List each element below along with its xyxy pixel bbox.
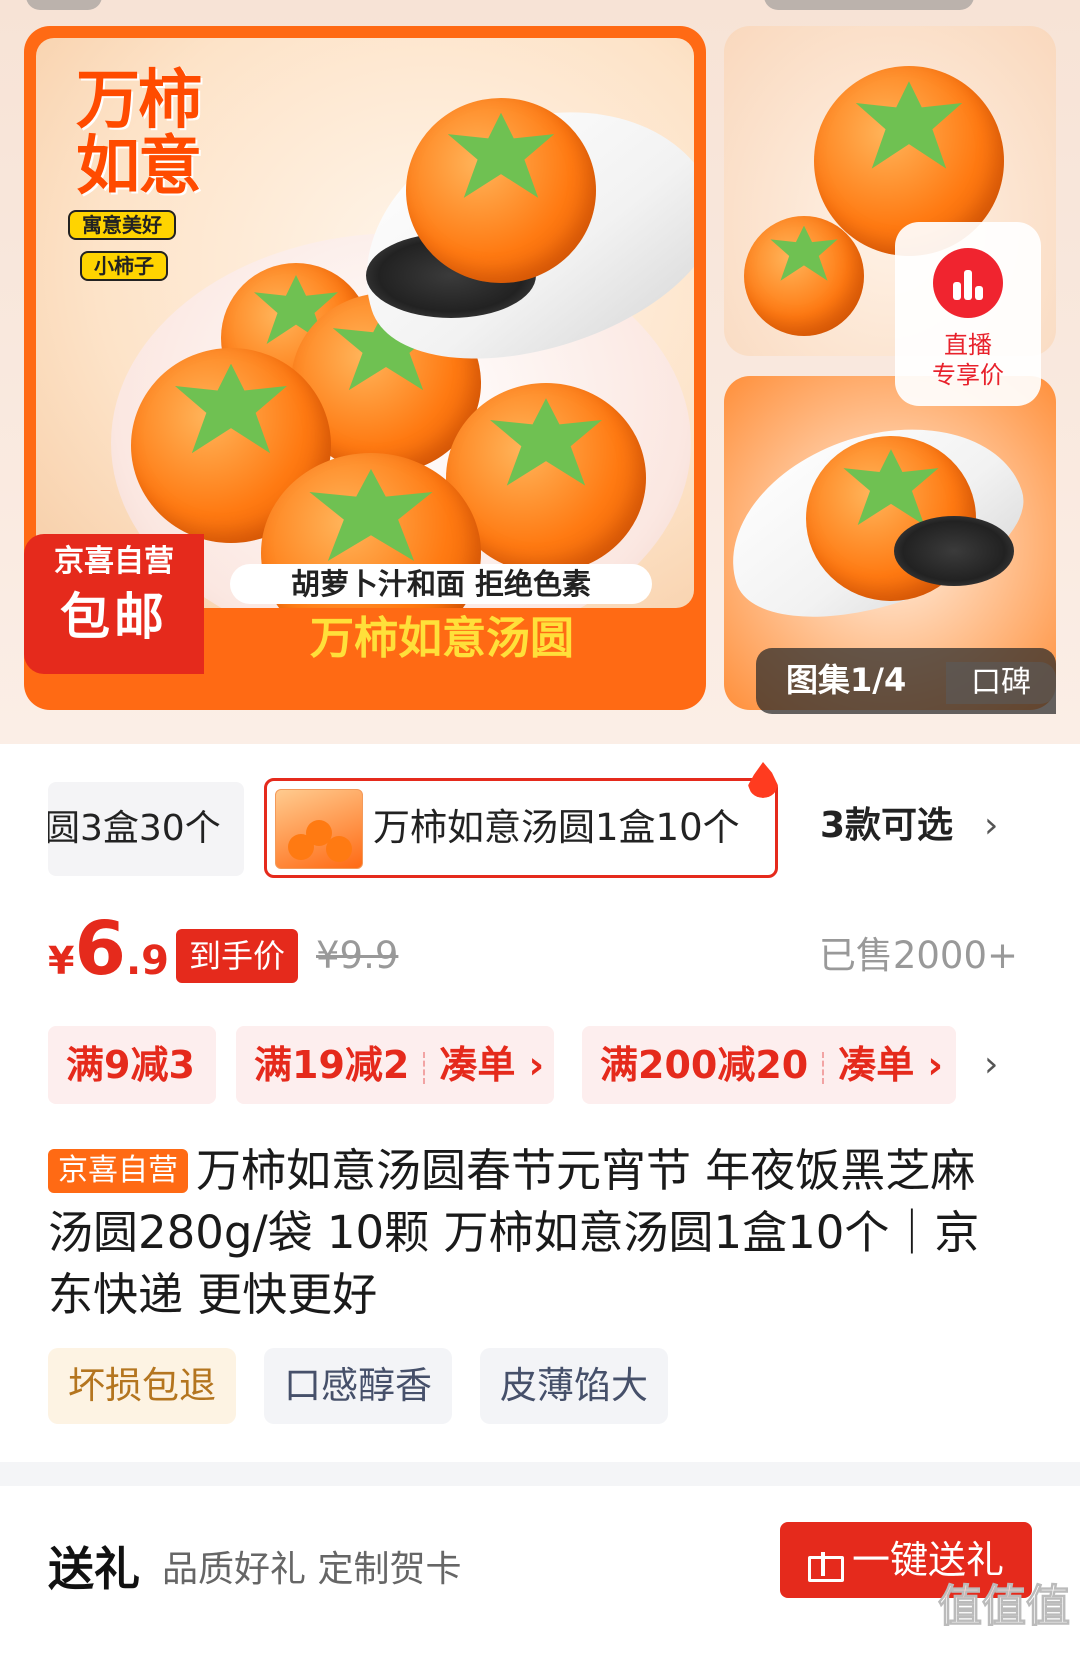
tag-thin-skin[interactable]: 皮薄馅大: [480, 1348, 668, 1424]
sku-thumbnail: [275, 789, 363, 869]
status-pill-right: [764, 0, 974, 10]
live-bars-icon: [933, 248, 1003, 318]
gift-title: 送礼: [48, 1542, 140, 1596]
sku-option-previous[interactable]: 圆3盒30个: [48, 782, 244, 876]
live-exclusive-price-card[interactable]: 直播 专享价: [895, 222, 1041, 406]
sku-more-options[interactable]: 3款可选: [820, 776, 953, 876]
watermark: 值值值 zhizhizhi.com: [938, 1581, 1071, 1651]
reviews-tab[interactable]: 口碑: [946, 662, 1056, 704]
gift-icon: [807, 1548, 844, 1582]
section-divider: [0, 1462, 1080, 1486]
brand-tag-2: 小柿子: [80, 251, 168, 281]
promo-add-items-link: 凑单 ›: [838, 1043, 944, 1087]
main-image-scene: 万柿 如意 寓意美好 小柿子: [36, 38, 694, 608]
product-title: 京喜自营 万柿如意汤圆春节元宵节 年夜饭黑芝麻汤圆280g/袋 10颗 万柿如意汤…: [48, 1140, 1008, 1326]
brand-title: 万柿 如意: [76, 64, 202, 204]
chevron-right-icon[interactable]: ›: [984, 776, 998, 876]
original-price: ¥9.9: [316, 934, 399, 977]
sku-selector: 圆3盒30个 万柿如意汤圆1盒10个 3款可选 ›: [0, 762, 1080, 878]
gift-section: 送礼 品质好礼 定制贺卡 一键送礼 值值值 zhizhizhi.com: [0, 1486, 1080, 1657]
sesame-filling: [894, 516, 1014, 586]
promo-coupon-3[interactable]: 满200减20 凑单 ›: [582, 1026, 956, 1104]
tag-damage-refund[interactable]: 坏损包退: [48, 1348, 236, 1424]
sku-option-selected[interactable]: 万柿如意汤圆1盒10个: [264, 778, 778, 878]
final-price: ¥6.9: [48, 906, 169, 992]
jingxi-free-shipping-badge: 京喜自营 包邮: [24, 534, 204, 674]
hot-flame-icon: [748, 762, 778, 798]
price-row: ¥6.9 到手价 ¥9.9 已售2000+: [0, 905, 1080, 1005]
gallery-index: 图集1/4: [786, 661, 907, 699]
promo-coupon-2[interactable]: 满19减2 凑单 ›: [236, 1026, 554, 1104]
image-caption: 万柿如意汤圆: [310, 613, 574, 664]
tag-taste[interactable]: 口感醇香: [264, 1348, 452, 1424]
gift-description: 品质好礼 定制贺卡: [162, 1549, 462, 1590]
gallery-counter[interactable]: 图集1/4 口碑: [756, 648, 1056, 714]
tangyuan-ball: [406, 98, 596, 283]
brand-tag-1: 寓意美好: [68, 210, 176, 240]
chevron-right-icon[interactable]: ›: [984, 1026, 998, 1104]
tangyuan-ball: [744, 216, 864, 336]
image-subtitle: 胡萝卜汁和面 拒绝色素: [230, 564, 652, 604]
status-pill-left: [26, 0, 102, 10]
main-product-image[interactable]: 万柿 如意 寓意美好 小柿子 胡萝卜汁和面 拒绝色素 万柿如意汤圆 京喜自营 包…: [24, 26, 706, 710]
promo-coupon-1[interactable]: 满9减3: [48, 1026, 216, 1104]
promotion-row: 满9减3 满19减2 凑单 › 满200减20 凑单 › ›: [0, 1026, 1080, 1104]
promo-add-items-link: 凑单 ›: [439, 1043, 545, 1087]
live-price-label: 专享价: [932, 361, 1004, 389]
sku-selected-label: 万柿如意汤圆1盒10个: [373, 806, 740, 849]
sold-count: 已售2000+: [818, 934, 1018, 977]
jingxi-self-operated-badge: 京喜自营: [48, 1149, 188, 1193]
live-label: 直播: [944, 331, 992, 359]
final-price-tag: 到手价: [176, 929, 298, 983]
product-gallery[interactable]: 万柿 如意 寓意美好 小柿子 胡萝卜汁和面 拒绝色素 万柿如意汤圆 京喜自营 包…: [0, 0, 1080, 744]
